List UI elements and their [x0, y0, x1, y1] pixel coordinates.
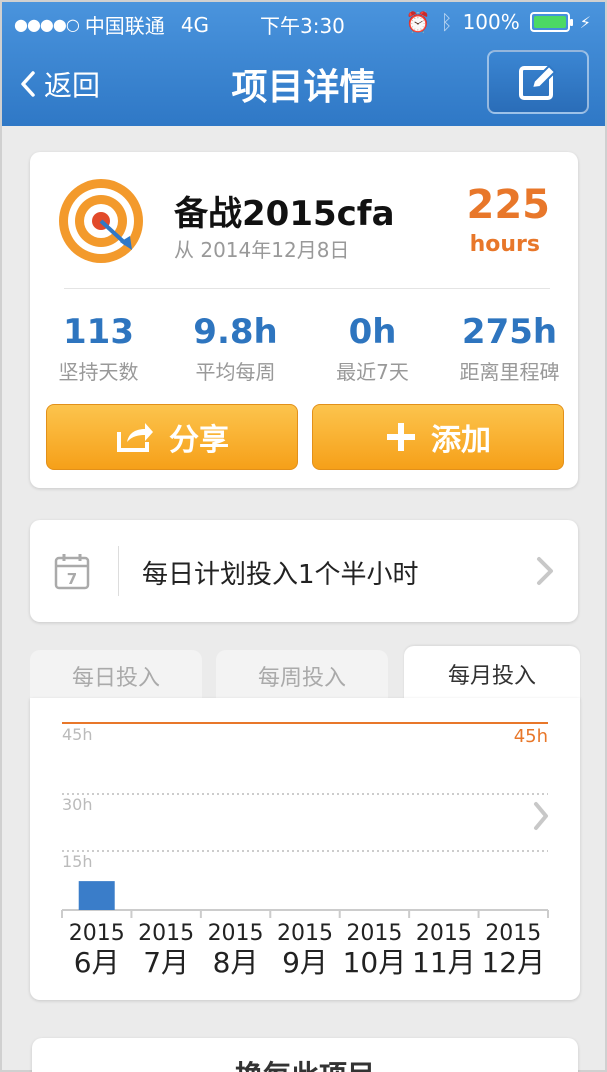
- top-bar: ●●●●○ 中国联通 4G 下午3:30 ⏰ ᛒ 100% ⚡ 返回 项目详情: [2, 2, 605, 126]
- x-tick-month: 6月: [74, 946, 120, 979]
- alarm-icon: ⏰: [405, 10, 431, 34]
- x-tick-year: 2015: [416, 921, 472, 946]
- x-tick-month: 8月: [213, 946, 259, 979]
- clock: 下午3:30: [260, 14, 345, 38]
- carrier: 中国联通: [84, 14, 165, 38]
- stat-value: 0h: [348, 312, 397, 352]
- chevron-right-icon: [534, 802, 548, 830]
- stat-label: 距离里程碑: [459, 360, 560, 384]
- bar: [78, 881, 115, 910]
- bluetooth-icon: ᛒ: [440, 10, 453, 34]
- x-tick-year: 2015: [485, 921, 541, 946]
- divider: [64, 288, 550, 289]
- navigation-bar: 返回 项目详情: [2, 44, 605, 124]
- stat-label: 坚持天数: [58, 360, 139, 384]
- network-type: 4G: [180, 12, 210, 37]
- x-tick-month: 11月: [412, 946, 476, 979]
- daily-plan-text: 每日计划投入1个半小时: [142, 560, 419, 590]
- target-icon: [59, 179, 143, 263]
- charging-icon: ⚡: [579, 12, 591, 32]
- stat-value: 9.8h: [193, 312, 278, 352]
- chevron-right-icon: [537, 557, 553, 585]
- monthly-chart-card: 15h 30h 45h 45h 2015 6月 2015 7月 2015 8月 2015 9月 2015…: [30, 698, 580, 1000]
- stat-days: 113 坚持天数: [30, 312, 167, 385]
- battery-percent: 100%: [462, 10, 520, 34]
- x-tick-month: 10月: [343, 946, 407, 979]
- calendar-day: 7: [67, 570, 77, 588]
- stat-value: 275h: [461, 312, 558, 352]
- x-tick-year: 2015: [277, 921, 333, 946]
- x-tick-month: 12月: [481, 946, 545, 979]
- stat-label: 最近7天: [336, 360, 409, 384]
- x-tick-year: 2015: [69, 921, 125, 946]
- x-tick-month: 7月: [143, 946, 189, 979]
- plus-icon: [387, 423, 415, 451]
- tab-weekly[interactable]: 每周投入: [216, 650, 388, 702]
- daily-plan-row[interactable]: 7 每日计划投入1个半小时: [30, 520, 578, 622]
- project-name: 备战2015cfa: [174, 194, 395, 234]
- x-tick-year: 2015: [346, 921, 402, 946]
- total-hours: 225: [466, 182, 551, 228]
- stat-weekly-avg: 9.8h 平均每周: [167, 312, 304, 385]
- tab-monthly[interactable]: 每月投入: [404, 646, 580, 702]
- status-bar: ●●●●○ 中国联通 4G 下午3:30 ⏰ ᛒ 100% ⚡: [2, 2, 605, 44]
- stat-value: 113: [63, 312, 134, 352]
- x-tick-month: 9月: [282, 946, 328, 979]
- y-tick-label: 30h: [62, 795, 93, 814]
- edit-button[interactable]: [487, 50, 589, 114]
- monthly-bar-chart: 15h30h45h 45h20156月20157月20158月20159月2015…: [61, 722, 549, 979]
- y-tick-label: 45h: [62, 725, 93, 744]
- x-tick-year: 2015: [208, 921, 264, 946]
- next-card-title: 换每此项目: [32, 1054, 578, 1072]
- share-button[interactable]: 分享: [46, 404, 298, 470]
- stat-last-7-days: 0h 最近7天: [304, 312, 441, 385]
- next-card[interactable]: 换每此项目: [32, 1038, 578, 1072]
- project-summary-card: 备战2015cfa 从 2014年12月8日 225 hours 113 坚持天…: [30, 152, 578, 488]
- add-button[interactable]: 添加: [312, 404, 564, 470]
- calendar-icon: 7: [54, 554, 90, 590]
- edit-icon: [519, 64, 557, 100]
- target-line-label: 45h: [514, 726, 548, 747]
- share-label: 分享: [169, 423, 229, 458]
- separator: [118, 546, 119, 596]
- project-start-date: 从 2014年12月8日: [174, 238, 350, 262]
- x-tick-year: 2015: [138, 921, 194, 946]
- signal-icon: ●●●●○: [14, 15, 80, 34]
- stat-label: 平均每周: [195, 360, 276, 384]
- tab-daily[interactable]: 每日投入: [30, 650, 202, 702]
- stat-to-milestone: 275h 距离里程碑: [441, 312, 578, 385]
- stats-row: 113 坚持天数 9.8h 平均每周 0h 最近7天 275h 距离里程碑: [30, 312, 578, 385]
- share-icon: [117, 423, 153, 452]
- add-label: 添加: [431, 423, 491, 458]
- y-tick-label: 15h: [62, 852, 93, 871]
- hours-unit: hours: [469, 232, 540, 257]
- battery-icon: [529, 12, 573, 32]
